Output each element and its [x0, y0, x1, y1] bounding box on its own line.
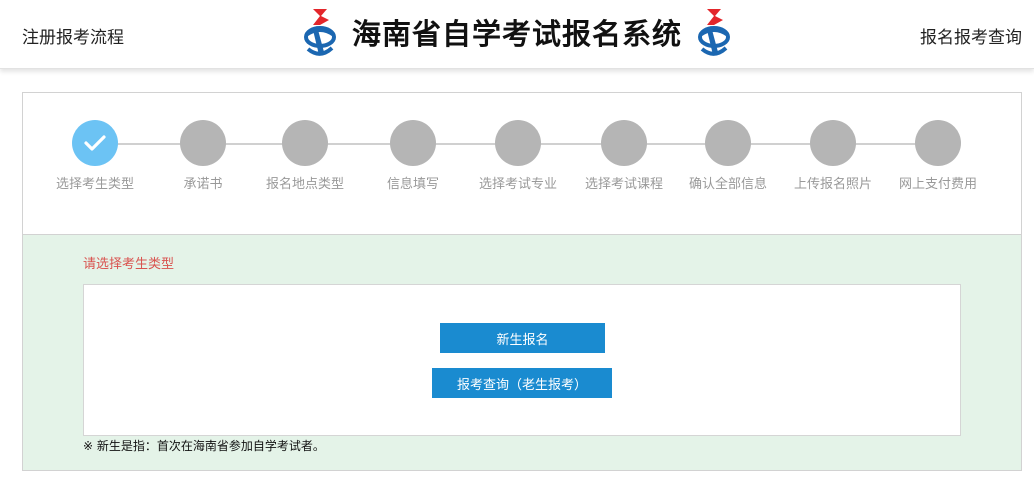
- step-circle: [810, 120, 856, 166]
- exam-system-logo-icon: [304, 9, 336, 56]
- step-circle: [180, 120, 226, 166]
- step-label: 确认全部信息: [688, 177, 767, 192]
- step-commitment-letter: 承诺书: [153, 120, 253, 192]
- step-circle: [601, 120, 647, 166]
- progress-steps: 选择考生类型 承诺书 报名地点类型 信息填写 选择考试专业 选择考试课程 确认全…: [22, 92, 1022, 235]
- new-candidate-note: ※ 新生是指：首次在海南省参加自学考试者。: [83, 439, 325, 453]
- step-label: 网上支付费用: [898, 177, 977, 192]
- returning-candidate-query-button[interactable]: 报考查询（老生报考）: [432, 368, 612, 398]
- step-label: 选择考试专业: [478, 177, 557, 192]
- registration-process-link[interactable]: 注册报考流程: [22, 23, 124, 48]
- step-select-courses: 选择考试课程: [574, 120, 674, 192]
- choice-box: 新生报名 报考查询（老生报考）: [83, 284, 961, 436]
- header: 注册报考流程 海南省自学考试报名系统 报名报考查询: [0, 0, 1034, 69]
- step-location-type: 报名地点类型: [255, 120, 355, 192]
- new-registration-button[interactable]: 新生报名: [440, 323, 605, 353]
- step-circle: [705, 120, 751, 166]
- step-select-major: 选择考试专业: [468, 120, 568, 192]
- registration-query-link[interactable]: 报名报考查询: [920, 23, 1022, 48]
- step-fill-information: 信息填写: [363, 120, 463, 192]
- step-label: 上传报名照片: [793, 177, 872, 192]
- step-label: 报名地点类型: [265, 177, 344, 192]
- step-circle: [495, 120, 541, 166]
- title-group: 海南省自学考试报名系统: [300, 6, 734, 58]
- step-circle: [390, 120, 436, 166]
- exam-system-logo-icon: [698, 9, 731, 56]
- step-online-payment: 网上支付费用: [888, 120, 988, 192]
- step-circle: [915, 120, 961, 166]
- step-upload-photo: 上传报名照片: [783, 120, 883, 192]
- step-confirm-information: 确认全部信息: [678, 120, 778, 192]
- page-title: 海南省自学考试报名系统: [352, 17, 683, 51]
- step-circle: [282, 120, 328, 166]
- step-select-candidate-type: 选择考生类型: [45, 120, 145, 192]
- step-label: 信息填写: [386, 177, 439, 192]
- select-type-prompt: 请选择考生类型: [83, 257, 175, 272]
- step-label: 选择考试课程: [584, 177, 663, 192]
- step-label: 承诺书: [183, 177, 223, 192]
- candidate-type-panel: 请选择考生类型 新生报名 报考查询（老生报考） ※ 新生是指：首次在海南省参加自…: [22, 234, 1022, 471]
- checkmark-icon: [84, 135, 106, 151]
- step-circle-done: [72, 120, 118, 166]
- step-label: 选择考生类型: [55, 177, 134, 192]
